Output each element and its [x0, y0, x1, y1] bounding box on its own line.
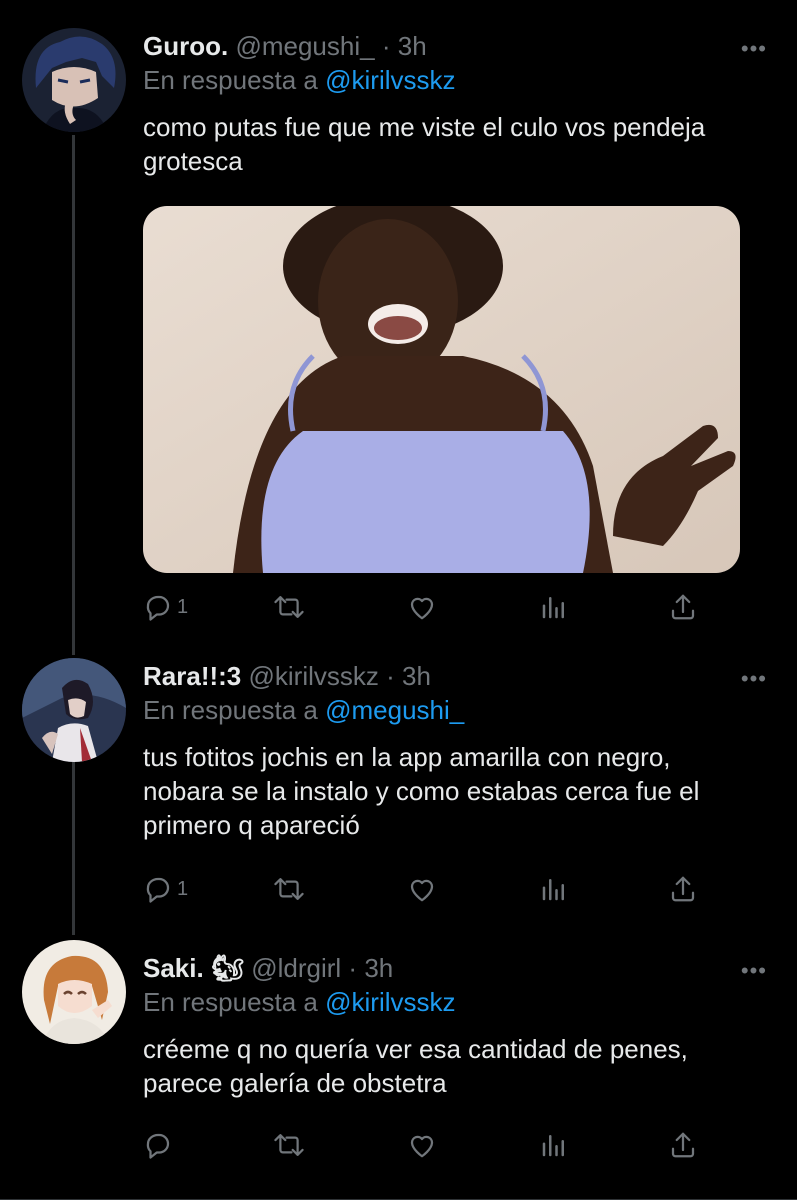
retweet-button[interactable] [273, 590, 305, 624]
analytics-icon [542, 1135, 564, 1157]
tweet[interactable]: Guroo. @megushi_ · 3h En respuesta a @ki… [0, 0, 797, 650]
timestamp[interactable]: 3h [364, 953, 393, 983]
retweet-icon [274, 596, 304, 618]
reply-prefix: En respuesta a [143, 65, 318, 95]
reply-button[interactable]: 1 [143, 872, 188, 906]
reply-count: 1 [177, 595, 189, 618]
tweet-actions: 1 [143, 590, 703, 624]
tweet[interactable]: Saki. 🐿 @ldrgirl · 3h En respuesta a @ki… [0, 940, 797, 1200]
tweet-media-image[interactable] [143, 206, 740, 573]
timestamp[interactable]: 3h [398, 31, 427, 61]
avatar[interactable] [22, 658, 126, 762]
share-icon [671, 594, 695, 620]
more-icon[interactable]: ••• [741, 960, 767, 982]
share-button[interactable] [668, 590, 698, 624]
analytics-button[interactable] [539, 590, 569, 624]
tweet-actions: 1 [143, 872, 703, 906]
retweet-button[interactable] [273, 872, 305, 906]
like-icon [410, 879, 434, 902]
mention-link[interactable]: @kirilvsskz [325, 987, 455, 1017]
reply-context: En respuesta a @megushi_ [143, 694, 767, 726]
display-name[interactable]: Rara!!:3 [143, 661, 241, 691]
user-handle[interactable]: @ldrgirl [251, 953, 341, 983]
display-name[interactable]: Saki. [143, 953, 204, 983]
display-name[interactable]: Guroo. [143, 31, 228, 61]
reply-button[interactable] [143, 1128, 177, 1162]
share-icon [671, 1132, 695, 1158]
more-icon[interactable]: ••• [741, 38, 767, 60]
retweet-icon [274, 1134, 304, 1156]
like-icon [410, 1135, 434, 1158]
share-button[interactable] [668, 872, 698, 906]
tweet-actions [143, 1128, 703, 1162]
like-button[interactable] [407, 590, 437, 624]
reply-icon [146, 595, 170, 621]
separator-dot: · [348, 953, 358, 983]
more-icon[interactable]: ••• [741, 668, 767, 690]
reply-prefix: En respuesta a [143, 695, 318, 725]
tweet-text: créeme q no quería ver esa cantidad de p… [143, 1034, 688, 1098]
reply-count: 1 [177, 877, 189, 900]
analytics-icon [542, 879, 564, 901]
share-icon [671, 876, 695, 902]
separator-dot: · [381, 31, 391, 61]
retweet-icon [274, 878, 304, 900]
reply-icon [146, 877, 170, 903]
reply-prefix: En respuesta a [143, 987, 318, 1017]
reply-button[interactable]: 1 [143, 590, 188, 624]
reply-context: En respuesta a @kirilvsskz [143, 64, 767, 96]
user-handle[interactable]: @megushi_ [235, 31, 374, 61]
mention-link[interactable]: @kirilvsskz [325, 65, 455, 95]
timestamp[interactable]: 3h [402, 661, 431, 691]
reply-context: En respuesta a @kirilvsskz [143, 986, 767, 1018]
reply-icon [146, 1133, 170, 1159]
tweet-text: tus fotitos jochis en la app amarilla co… [143, 742, 700, 840]
avatar[interactable] [22, 28, 126, 132]
avatar[interactable] [22, 940, 126, 1044]
like-button[interactable] [407, 1128, 437, 1162]
analytics-button[interactable] [539, 872, 569, 906]
mention-link[interactable]: @megushi_ [325, 695, 464, 725]
analytics-icon [542, 597, 564, 619]
share-button[interactable] [668, 1128, 698, 1162]
name-emoji: 🐿 [210, 953, 244, 983]
like-icon [410, 597, 434, 620]
user-handle[interactable]: @kirilvsskz [248, 661, 378, 691]
retweet-button[interactable] [273, 1128, 305, 1162]
like-button[interactable] [407, 872, 437, 906]
separator-dot: · [386, 661, 395, 691]
tweet-text: como putas fue que me viste el culo vos … [143, 112, 706, 176]
tweet[interactable]: Rara!!:3 @kirilvsskz · 3h En respuesta a… [0, 650, 797, 940]
analytics-button[interactable] [539, 1128, 569, 1162]
